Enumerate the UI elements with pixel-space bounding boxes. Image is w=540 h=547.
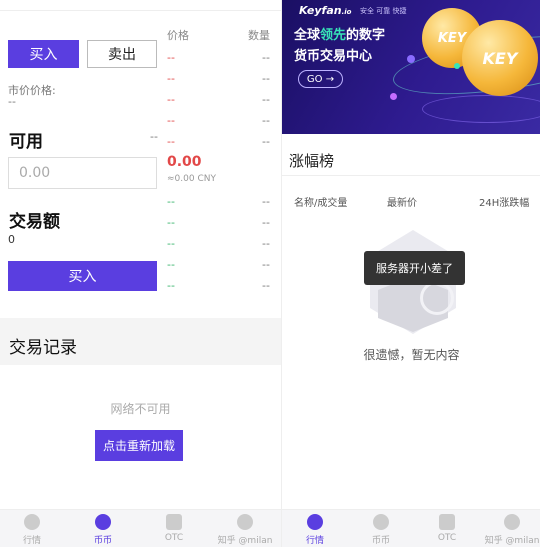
user-icon xyxy=(237,514,253,530)
bid-price: -- xyxy=(167,258,175,271)
ask-price: -- xyxy=(167,51,175,64)
records-title: 交易记录 xyxy=(9,338,77,358)
col-header-name[interactable]: 名称/成交量 xyxy=(294,194,347,209)
available-value: -- xyxy=(150,130,158,143)
empty-message: 很遗憾，暂无内容 xyxy=(363,348,460,362)
tab-label: 行情 xyxy=(22,536,41,546)
coin-icon xyxy=(95,514,111,530)
bid-price: -- xyxy=(167,195,175,208)
banner-dot xyxy=(407,55,415,63)
go-button[interactable]: GO → xyxy=(298,70,343,88)
banner-headline-1: 全球领先的数字 xyxy=(294,24,385,43)
headline-part: 全球 xyxy=(294,28,321,43)
bid-price: -- xyxy=(167,237,175,250)
tab-label: 行情 xyxy=(305,536,324,546)
ask-price: -- xyxy=(167,114,175,127)
banner-headline-2: 货币交易中心 xyxy=(294,49,373,64)
brand-tags: 安全 可靠 快捷 xyxy=(360,7,407,15)
trade-panel: 买入 卖出 市价价格: -- 可用 -- 0.00 交易额 0 买入 价格 数量… xyxy=(0,0,281,547)
bid-price: -- xyxy=(167,279,175,292)
headline-highlight: 领先 xyxy=(320,28,347,43)
amount-value: 0 xyxy=(8,233,15,246)
ask-qty: -- xyxy=(262,135,270,148)
ask-qty: -- xyxy=(262,93,270,106)
amount-label: 交易额 xyxy=(9,212,60,232)
otc-icon xyxy=(439,514,455,530)
network-error-message: 网络不可用 xyxy=(110,402,171,416)
tab-coin[interactable]: 币币 xyxy=(351,512,411,546)
bid-qty: -- xyxy=(262,237,270,250)
price-input[interactable]: 0.00 xyxy=(8,157,157,189)
error-toast: 服务器开小差了 xyxy=(364,251,465,285)
tab-otc[interactable]: OTC xyxy=(417,512,477,543)
tab-market[interactable]: 行情 xyxy=(2,512,62,546)
market-chart-icon xyxy=(307,514,323,530)
coin-graphic: KEY xyxy=(462,20,538,96)
bid-qty: -- xyxy=(262,258,270,271)
ask-qty: -- xyxy=(262,72,270,85)
ask-qty: -- xyxy=(262,114,270,127)
buy-tab-button[interactable]: 买入 xyxy=(8,40,79,68)
available-label: 可用 xyxy=(9,132,43,152)
tab-otc[interactable]: OTC xyxy=(144,512,204,543)
banner-pedestal xyxy=(422,95,540,123)
market-price-value: -- xyxy=(8,95,16,108)
tab-profile[interactable]: 知乎 @milan xyxy=(215,512,275,546)
tab-label: 币币 xyxy=(93,536,112,546)
user-icon xyxy=(504,514,520,530)
bottom-tabbar: 行情 币币 OTC 知乎 @milan xyxy=(0,509,281,547)
ask-price: -- xyxy=(167,72,175,85)
promo-banner[interactable]: KEY KEY Keyfan.io 安全 可靠 快捷 全球领先的数字 货币交易中… xyxy=(282,0,540,134)
brand-suffix: .io xyxy=(341,8,352,16)
brand-name: Keyfan xyxy=(299,4,342,17)
ranking-divider xyxy=(282,175,540,176)
bottom-tabbar: 行情 币币 OTC 知乎 @milan xyxy=(282,509,540,547)
headline-part: 的数字 xyxy=(346,28,386,43)
watermark: 知乎 @milan xyxy=(217,536,273,546)
orderbook-price-header: 价格 xyxy=(167,29,189,42)
coin-icon xyxy=(373,514,389,530)
last-price: 0.00 xyxy=(167,154,202,170)
sell-tab-button[interactable]: 卖出 xyxy=(87,40,157,68)
bid-qty: -- xyxy=(262,279,270,292)
ask-price: -- xyxy=(167,93,175,106)
market-panel: KEY KEY Keyfan.io 安全 可靠 快捷 全球领先的数字 货币交易中… xyxy=(281,0,540,547)
ask-qty: -- xyxy=(262,51,270,64)
ranking-title: 涨幅榜 xyxy=(289,152,335,170)
buy-button[interactable]: 买入 xyxy=(8,261,157,291)
bid-qty: -- xyxy=(262,216,270,229)
bid-qty: -- xyxy=(262,195,270,208)
col-header-change[interactable]: 24H涨跌幅 xyxy=(479,194,529,209)
tab-market[interactable]: 行情 xyxy=(285,512,345,546)
orderbook-qty-header: 数量 xyxy=(248,29,270,42)
magnifier-icon xyxy=(420,281,454,315)
market-chart-icon xyxy=(24,514,40,530)
reload-button[interactable]: 点击重新加载 xyxy=(95,430,183,461)
banner-dot xyxy=(390,93,397,100)
tab-profile[interactable]: 知乎 @milan xyxy=(482,512,540,546)
tab-coin[interactable]: 币币 xyxy=(73,512,133,546)
col-header-price[interactable]: 最新价 xyxy=(387,194,417,209)
tab-label: OTC xyxy=(164,533,184,543)
watermark: 知乎 @milan xyxy=(484,536,540,546)
brand-logo: Keyfan.io xyxy=(299,4,351,17)
otc-icon xyxy=(166,514,182,530)
ask-price: -- xyxy=(167,135,175,148)
tab-label: OTC xyxy=(437,533,457,543)
top-divider xyxy=(0,10,281,11)
last-price-cny: ≈0.00 CNY xyxy=(167,174,216,184)
tab-label: 币币 xyxy=(371,536,390,546)
bid-price: -- xyxy=(167,216,175,229)
banner-dot xyxy=(454,63,460,69)
